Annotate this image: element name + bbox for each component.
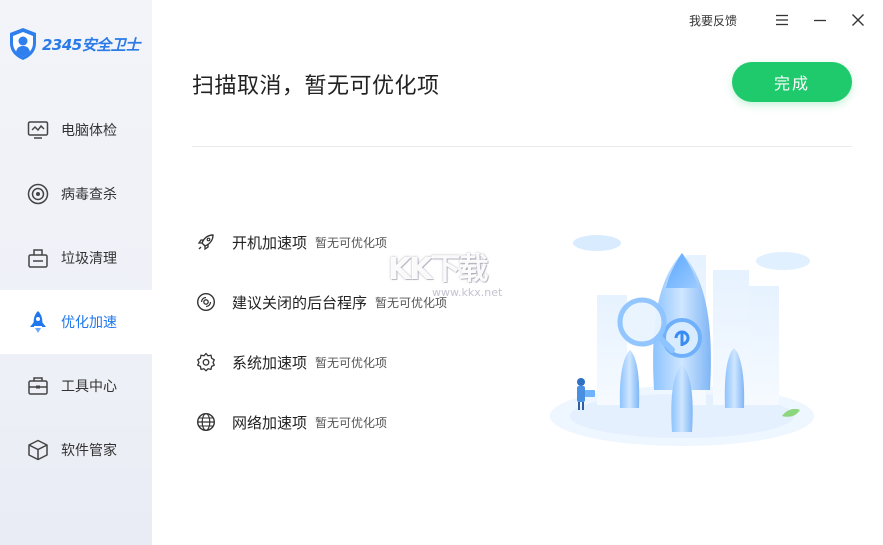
sidebar-item-virus-scan[interactable]: 病毒查杀 bbox=[0, 162, 152, 226]
rocket-illustration bbox=[550, 235, 814, 446]
sidebar-item-label: 垃圾清理 bbox=[61, 251, 117, 267]
hamburger-icon bbox=[776, 14, 788, 26]
globe-icon bbox=[194, 410, 218, 434]
list-item: 网络加速项 暂无可优化项 bbox=[194, 392, 524, 452]
monitor-icon bbox=[26, 118, 50, 142]
item-name: 网络加速项 bbox=[232, 413, 308, 432]
item-name: 建议关闭的后台程序 bbox=[232, 293, 368, 312]
minimize-button[interactable] bbox=[805, 8, 835, 32]
sidebar-item-label: 病毒查杀 bbox=[61, 187, 117, 203]
logo-text: 2345安全卫士 bbox=[42, 35, 140, 54]
page-title: 扫描取消，暂无可优化项 bbox=[192, 74, 440, 99]
list-item: 系统加速项 暂无可优化项 bbox=[194, 332, 524, 392]
toolbox-icon bbox=[26, 374, 50, 398]
list-item: 建议关闭的后台程序 暂无可优化项 bbox=[194, 272, 524, 332]
sidebar-item-tool-center[interactable]: 工具中心 bbox=[0, 354, 152, 418]
sidebar-nav: 电脑体检 病毒查杀 垃圾清理 优化加速 工具中心 软件管家 bbox=[0, 98, 152, 482]
close-button[interactable] bbox=[843, 8, 873, 32]
app-logo: 2345安全卫士 bbox=[8, 26, 140, 62]
item-name: 开机加速项 bbox=[232, 233, 308, 252]
menu-button[interactable] bbox=[767, 8, 797, 32]
disc-icon bbox=[194, 290, 218, 314]
sidebar-item-optimize[interactable]: 优化加速 bbox=[0, 290, 152, 354]
shield-logo-icon bbox=[10, 28, 36, 60]
done-button[interactable]: 完成 bbox=[732, 62, 852, 102]
list-item: 开机加速项 暂无可优化项 bbox=[194, 212, 524, 272]
rocket-outline-icon bbox=[194, 230, 218, 254]
sidebar-item-software-manager[interactable]: 软件管家 bbox=[0, 418, 152, 482]
item-status: 暂无可优化项 bbox=[375, 295, 448, 310]
minimize-icon bbox=[814, 19, 826, 22]
item-status: 暂无可优化项 bbox=[315, 415, 388, 430]
divider bbox=[192, 146, 852, 147]
sidebar-item-label: 电脑体检 bbox=[61, 123, 117, 139]
item-status: 暂无可优化项 bbox=[315, 355, 388, 370]
item-status: 暂无可优化项 bbox=[315, 235, 388, 250]
sidebar-item-label: 工具中心 bbox=[61, 379, 117, 395]
sidebar: 2345安全卫士 电脑体检 病毒查杀 垃圾清理 优化加速 工具中心 软件管家 bbox=[0, 0, 152, 545]
gear-icon bbox=[194, 350, 218, 374]
target-icon bbox=[26, 182, 50, 206]
sidebar-item-label: 软件管家 bbox=[61, 443, 117, 459]
sidebar-item-pc-checkup[interactable]: 电脑体检 bbox=[0, 98, 152, 162]
app-window: 2345安全卫士 电脑体检 病毒查杀 垃圾清理 优化加速 工具中心 软件管家 我… bbox=[0, 0, 883, 545]
rocket-icon bbox=[26, 310, 50, 334]
trash-box-icon bbox=[26, 246, 50, 270]
close-icon bbox=[852, 14, 864, 26]
feedback-link[interactable]: 我要反馈 bbox=[689, 12, 737, 29]
item-name: 系统加速项 bbox=[232, 353, 308, 372]
title-bar: 我要反馈 bbox=[689, 8, 873, 32]
sidebar-item-label: 优化加速 bbox=[61, 315, 117, 331]
sidebar-item-junk-cleanup[interactable]: 垃圾清理 bbox=[0, 226, 152, 290]
optimize-item-list: 开机加速项 暂无可优化项 建议关闭的后台程序 暂无可优化项 系统加速项 暂无可优… bbox=[194, 212, 524, 452]
cube-icon bbox=[26, 438, 50, 462]
